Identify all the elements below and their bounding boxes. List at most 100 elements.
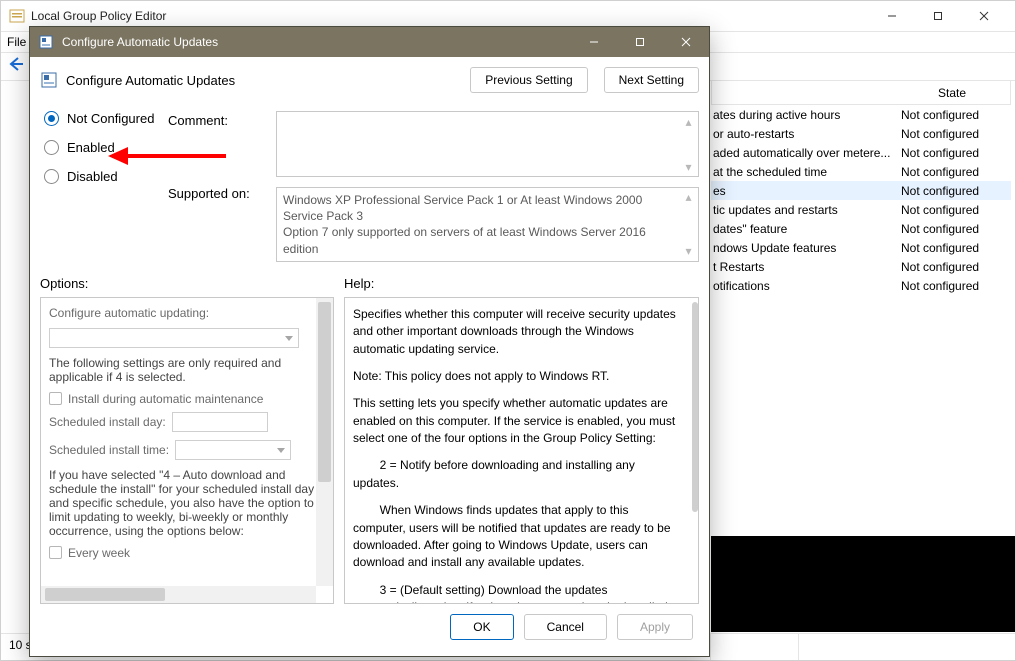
options-vertical-scrollbar[interactable] [316,298,333,586]
configure-updating-combo[interactable] [49,328,299,348]
supported-on-label: Supported on: [168,184,268,201]
gpedit-title: Local Group Policy Editor [31,9,869,23]
comment-label: Comment: [168,111,268,128]
settings-list-row[interactable]: ndows Update featuresNot configured [711,238,1011,257]
setting-state: Not configured [901,108,1005,122]
option-configure-updating-label: Configure automatic updating: [49,306,325,320]
dialog-title: Configure Automatic Updates [62,35,571,49]
dialog-minimize-button[interactable] [571,27,617,57]
setting-name: t Restarts [711,260,901,274]
ok-button[interactable]: OK [450,614,513,640]
status-cell-2 [711,634,799,660]
status-cell-3 [799,634,1015,660]
checkbox-label: Every week [68,546,130,560]
scroll-down-icon[interactable]: ▾ [681,159,696,174]
help-paragraph: Specifies whether this computer will rec… [353,306,680,358]
radio-enabled[interactable]: Enabled [44,140,160,155]
checkbox-icon [49,546,62,559]
scroll-up-icon[interactable]: ▴ [681,114,696,129]
menu-file[interactable]: File [7,35,26,49]
settings-list-row[interactable]: dates" featureNot configured [711,219,1011,238]
settings-list-row[interactable]: aded automatically over metere...Not con… [711,143,1011,162]
policy-dialog: Configure Automatic Updates Configure Au… [29,26,710,657]
options-section-label: Options: [40,276,344,291]
help-section-label: Help: [344,276,374,291]
setting-name: aded automatically over metere... [711,146,901,160]
checkbox-label: Install during automatic maintenance [68,392,263,406]
next-setting-button[interactable]: Next Setting [604,67,699,93]
settings-list-row[interactable]: otificationsNot configured [711,276,1011,295]
supported-on-text: Windows XP Professional Service Pack 1 o… [283,193,646,256]
scroll-down-icon[interactable]: ▾ [681,244,696,259]
setting-state: Not configured [901,203,1005,217]
comment-textarea[interactable]: ▴ ▾ [276,111,699,177]
setting-name: ates during active hours [711,108,901,122]
column-header-state[interactable]: State [900,86,1004,100]
black-region [711,536,1015,632]
options-panel: Configure automatic updating: The follow… [40,297,334,604]
options-horizontal-scrollbar[interactable] [41,586,316,603]
option-requirement-note: The following settings are only required… [49,356,325,384]
setting-state: Not configured [901,184,1005,198]
maximize-button[interactable] [915,1,961,31]
settings-list-row[interactable]: or auto-restartsNot configured [711,124,1011,143]
supported-on-box: Windows XP Professional Service Pack 1 o… [276,187,699,262]
checkbox-icon [49,392,62,405]
setting-state: Not configured [901,127,1005,141]
setting-state: Not configured [901,260,1005,274]
radio-icon [44,169,59,184]
help-paragraph: Note: This policy does not apply to Wind… [353,368,680,385]
back-icon[interactable] [7,55,25,78]
radio-label: Disabled [67,169,118,184]
setting-name: dates" feature [711,222,901,236]
cancel-button[interactable]: Cancel [524,614,607,640]
policy-header-icon [40,71,58,89]
setting-name: or auto-restarts [711,127,901,141]
setting-state: Not configured [901,222,1005,236]
previous-setting-button[interactable]: Previous Setting [470,67,587,93]
help-panel: Specifies whether this computer will rec… [344,297,699,604]
setting-state: Not configured [901,165,1005,179]
gpedit-icon [9,8,25,24]
setting-name: es [711,184,901,198]
help-vertical-scrollbar[interactable] [690,298,698,603]
setting-name: otifications [711,279,901,293]
option-schedule-note: If you have selected "4 – Auto download … [49,468,325,538]
settings-list-row[interactable]: ates during active hoursNot configured [711,105,1011,124]
dialog-close-button[interactable] [663,27,709,57]
close-button[interactable] [961,1,1007,31]
settings-list-row[interactable]: tic updates and restartsNot configured [711,200,1011,219]
radio-icon [44,140,59,155]
settings-list-row[interactable]: at the scheduled timeNot configured [711,162,1011,181]
radio-label: Enabled [67,140,115,155]
settings-list-row[interactable]: esNot configured [711,181,1011,200]
setting-name: tic updates and restarts [711,203,901,217]
help-paragraph: This setting lets you specify whether au… [353,395,680,447]
radio-disabled[interactable]: Disabled [44,169,160,184]
setting-state: Not configured [901,279,1005,293]
setting-name: at the scheduled time [711,165,901,179]
radio-label: Not Configured [67,111,154,126]
radio-icon [44,111,59,126]
checkbox-every-week[interactable]: Every week [49,546,325,560]
setting-state: Not configured [901,146,1005,160]
dialog-maximize-button[interactable] [617,27,663,57]
radio-not-configured[interactable]: Not Configured [44,111,160,126]
minimize-button[interactable] [869,1,915,31]
settings-list-header: State [711,81,1011,105]
scheduled-time-label: Scheduled install time: [49,443,169,457]
apply-button[interactable]: Apply [617,614,693,640]
setting-state: Not configured [901,241,1005,255]
help-paragraph: 2 = Notify before downloading and instal… [353,457,680,492]
policy-icon [38,34,54,50]
help-paragraph: When Windows finds updates that apply to… [353,502,680,572]
dialog-header-title: Configure Automatic Updates [66,73,235,88]
dialog-titlebar: Configure Automatic Updates [30,27,709,57]
scheduled-day-label: Scheduled install day: [49,415,166,429]
scheduled-day-input[interactable] [172,412,268,432]
scroll-up-icon[interactable]: ▴ [681,190,696,205]
checkbox-install-maintenance[interactable]: Install during automatic maintenance [49,392,325,406]
scheduled-time-combo[interactable] [175,440,291,460]
settings-list-row[interactable]: t RestartsNot configured [711,257,1011,276]
help-paragraph: 3 = (Default setting) Download the updat… [353,582,680,604]
